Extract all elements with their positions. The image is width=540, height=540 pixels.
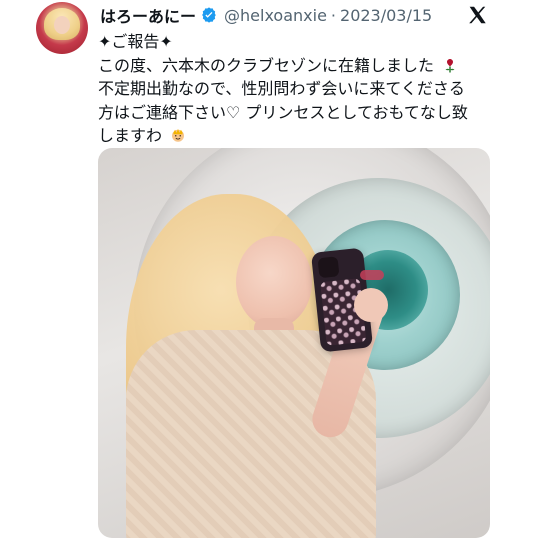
photo-hand bbox=[354, 288, 388, 322]
verified-badge-icon bbox=[202, 7, 216, 23]
tweet-text-line: 不定期出勤なので、性別問わず会いに来てくださる bbox=[98, 77, 508, 101]
handle-and-date: @helxoanxie · 2023/03/15 bbox=[224, 6, 432, 25]
separator-dot: · bbox=[330, 5, 337, 25]
tweet-text-line: ✦ご報告✦ bbox=[98, 30, 508, 54]
tweet-text-line-1: ✦ご報告✦ bbox=[98, 32, 173, 51]
tweet-text: ✦ご報告✦ この度、六本木のクラブセゾンに在籍しました 不定期出勤なので、性別問… bbox=[98, 30, 508, 148]
tweet-text-line-3: 不定期出勤なので、性別問わず会いに来てくださる bbox=[98, 79, 465, 98]
tweet-date[interactable]: 2023/03/15 bbox=[340, 6, 432, 25]
tweet-text-line-5: しますわ bbox=[98, 126, 163, 145]
tweet-text-line-4: 方はご連絡下さい♡ プリンセスとしておもてなし致 bbox=[98, 102, 468, 122]
princess-icon bbox=[172, 129, 185, 142]
phone-camera-icon bbox=[317, 256, 340, 279]
tweet-card[interactable]: はろーあにー @helxoanxie · 2023/03/15 ✦ご報告✦ この… bbox=[0, 0, 540, 540]
tweet-header: はろーあにー @helxoanxie · 2023/03/15 bbox=[100, 3, 432, 27]
photo-face bbox=[236, 236, 312, 328]
photo-nails bbox=[360, 270, 384, 280]
rose-icon bbox=[445, 58, 455, 72]
author-display-name[interactable]: はろーあにー bbox=[100, 3, 196, 27]
author-handle[interactable]: @helxoanxie bbox=[224, 6, 327, 25]
x-logo-icon[interactable] bbox=[466, 4, 488, 26]
avatar[interactable] bbox=[36, 2, 88, 54]
tweet-text-line: しますわ bbox=[98, 124, 508, 148]
tweet-media-photo[interactable] bbox=[98, 148, 490, 538]
tweet-text-line-2: この度、六本木のクラブセゾンに在籍しました bbox=[98, 55, 435, 75]
tweet-text-line: 方はご連絡下さい♡ プリンセスとしておもてなし致 bbox=[98, 101, 508, 125]
tweet-text-line: この度、六本木のクラブセゾンに在籍しました bbox=[98, 54, 508, 78]
avatar-face bbox=[54, 16, 70, 34]
